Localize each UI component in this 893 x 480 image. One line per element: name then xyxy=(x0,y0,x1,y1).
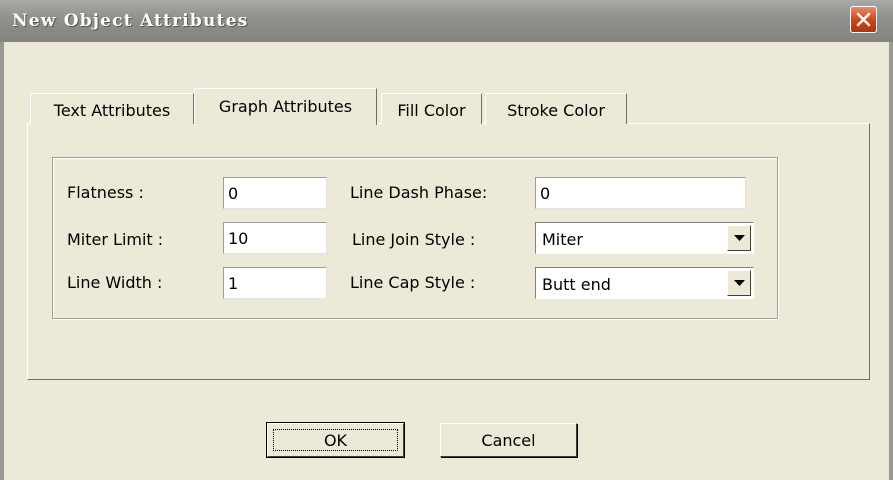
window-frame-left xyxy=(0,42,4,480)
line-cap-style-value: Butt end xyxy=(542,275,611,294)
flatness-field[interactable]: 0 xyxy=(223,177,327,209)
tab-fill-color[interactable]: Fill Color xyxy=(381,93,482,124)
cancel-button-label: Cancel xyxy=(481,431,536,450)
line-join-style-dropdown-button[interactable] xyxy=(727,225,751,251)
chevron-down-icon xyxy=(734,235,745,241)
tab-graph-attributes[interactable]: Graph Attributes xyxy=(194,88,377,125)
flatness-value: 0 xyxy=(228,184,239,203)
close-button[interactable] xyxy=(850,6,877,33)
line-width-value: 1 xyxy=(228,274,239,293)
line-join-style-value: Miter xyxy=(542,230,583,249)
line-width-label: Line Width : xyxy=(67,273,163,292)
line-dash-phase-value: 0 xyxy=(540,184,551,203)
miter-limit-value: 10 xyxy=(228,229,249,248)
line-cap-style-dropdown-button[interactable] xyxy=(727,270,751,296)
flatness-label: Flatness : xyxy=(67,183,144,202)
cancel-button[interactable]: Cancel xyxy=(440,423,577,457)
line-dash-phase-label: Line Dash Phase: xyxy=(350,183,488,202)
miter-limit-field[interactable]: 10 xyxy=(223,222,327,254)
line-width-field[interactable]: 1 xyxy=(223,267,327,299)
miter-limit-label: Miter Limit : xyxy=(67,230,164,249)
tab-label: Stroke Color xyxy=(507,101,605,120)
tab-text-attributes[interactable]: Text Attributes xyxy=(30,93,194,124)
tab-label: Graph Attributes xyxy=(218,97,353,116)
tab-label: Fill Color xyxy=(397,101,466,120)
line-cap-style-label: Line Cap Style : xyxy=(350,273,476,292)
dialog-title: New Object Attributes xyxy=(12,11,249,31)
line-join-style-label: Line Join Style : xyxy=(352,230,476,249)
dialog-window: New Object Attributes Text Attributes Gr… xyxy=(0,0,893,480)
chevron-down-icon xyxy=(734,280,745,286)
ok-button[interactable]: OK xyxy=(266,422,405,458)
title-bar[interactable]: New Object Attributes xyxy=(0,0,893,42)
tab-label: Text Attributes xyxy=(53,101,171,120)
line-join-style-select[interactable]: Miter xyxy=(535,222,754,254)
line-dash-phase-field[interactable]: 0 xyxy=(535,177,746,209)
line-cap-style-select[interactable]: Butt end xyxy=(535,267,754,299)
ok-button-label: OK xyxy=(323,431,348,450)
window-frame-right xyxy=(889,42,893,480)
tab-stroke-color[interactable]: Stroke Color xyxy=(485,93,627,124)
close-icon xyxy=(856,12,871,27)
